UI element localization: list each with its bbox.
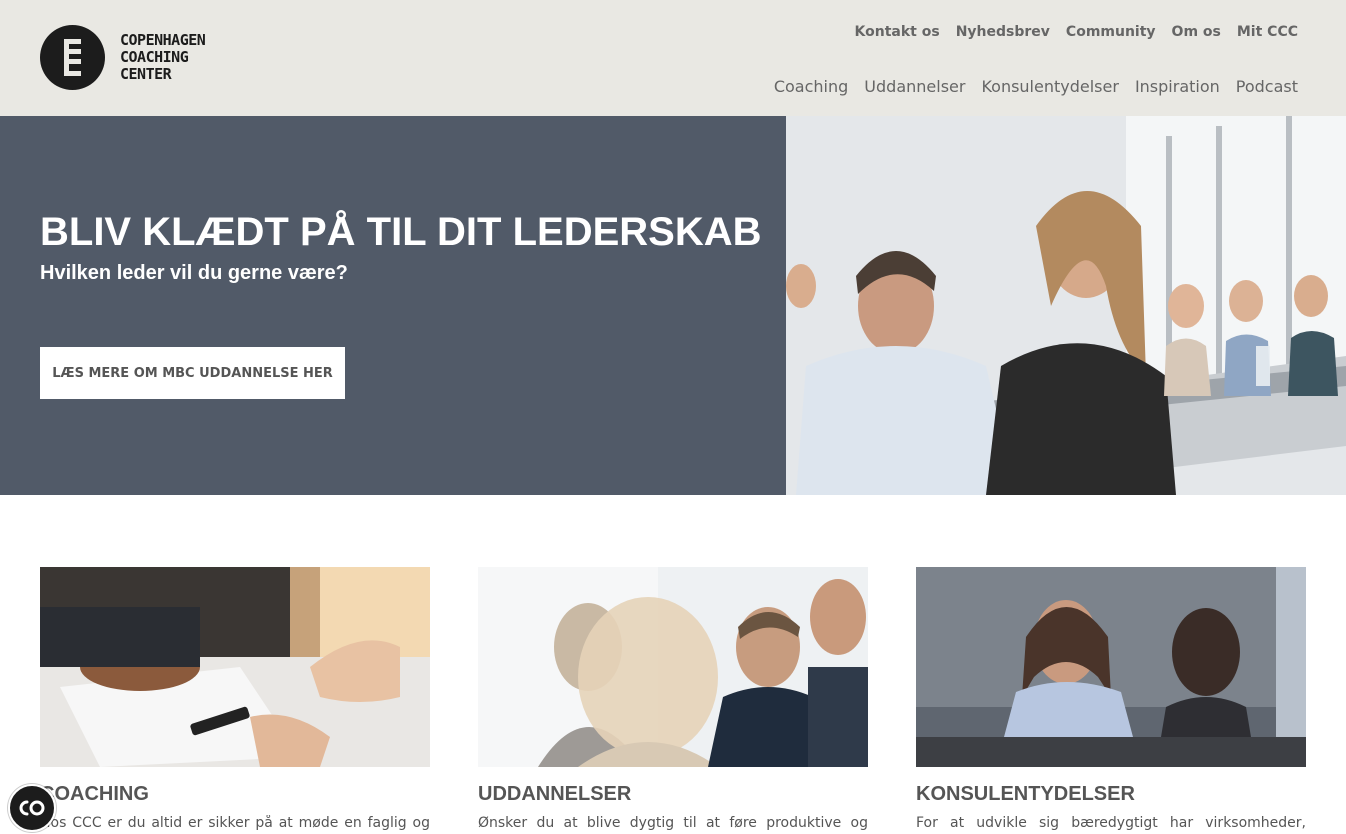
coaching-photo-illustration [40,567,430,767]
card-photo-konsulentydelser [916,567,1306,767]
hero-panel: BLIV KLÆDT PÅ TIL DIT LEDERSKAB Hvilken … [0,116,786,495]
hero-cta-button[interactable]: LÆS MERE OM MBC UDDANNELSE HER [40,347,345,399]
card-photo-uddannelser [478,567,868,767]
nav-link-podcast[interactable]: Podcast [1236,77,1298,96]
hero-title: BLIV KLÆDT PÅ TIL DIT LEDERSKAB [40,210,762,254]
nav-link-community[interactable]: Community [1066,24,1156,40]
ccc-logo-icon [40,25,105,90]
nav-link-uddannelser[interactable]: Uddannelser [864,77,965,96]
nav-link-coaching[interactable]: Coaching [774,77,848,96]
card-konsulentydelser[interactable]: KONSULENTYDELSER For at udvikle sig bære… [916,567,1306,831]
nav-link-om-os[interactable]: Om os [1172,24,1221,40]
nav-link-konsulentydelser[interactable]: Konsulentydelser [981,77,1118,96]
utility-nav: Kontakt os Nyhedsbrev Community Om os Mi… [855,24,1298,40]
card-title: COACHING [40,783,149,805]
main-nav: Coaching Uddannelser Konsulentydelser In… [774,77,1298,96]
card-title: KONSULENTYDELSER [916,783,1135,805]
logo-line: CENTER [120,65,172,83]
card-uddannelser[interactable]: UDDANNELSER Ønsker du at blive dygtig ti… [478,567,868,831]
konsulentydelser-photo-illustration [916,567,1306,767]
card-title: UDDANNELSER [478,783,632,805]
site-logo[interactable]: COPENHAGEN COACHING CENTER [40,25,206,90]
accessibility-button[interactable] [8,784,56,832]
card-text: Ønsker du at blive dygtig til at føre pr… [478,815,868,831]
logo-line: COACHING [120,48,189,66]
nav-link-nyhedsbrev[interactable]: Nyhedsbrev [956,24,1050,40]
card-text: For at udvikle sig bæredygtigt har virks… [916,815,1306,831]
card-coaching[interactable]: COACHING Hos CCC er du altid er sikker p… [40,567,430,831]
site-header: COPENHAGEN COACHING CENTER Kontakt os Ny… [0,0,1346,116]
nav-link-mit-ccc[interactable]: Mit CCC [1237,24,1298,40]
nav-link-kontakt[interactable]: Kontakt os [855,24,940,40]
hero-photo-meeting [786,116,1346,495]
logo-wordmark: COPENHAGEN COACHING CENTER [120,31,206,83]
hero-subtitle: Hvilken leder vil du gerne være? [40,262,348,284]
hero-banner: BLIV KLÆDT PÅ TIL DIT LEDERSKAB Hvilken … [0,116,1346,495]
card-text: Hos CCC er du altid er sikker på at møde… [40,815,430,831]
nav-link-inspiration[interactable]: Inspiration [1135,77,1220,96]
card-photo-coaching [40,567,430,767]
logo-line: COPENHAGEN [120,31,206,49]
hero-photo-illustration [786,116,1346,495]
uddannelser-photo-illustration [478,567,868,767]
accessibility-icon [19,800,45,816]
